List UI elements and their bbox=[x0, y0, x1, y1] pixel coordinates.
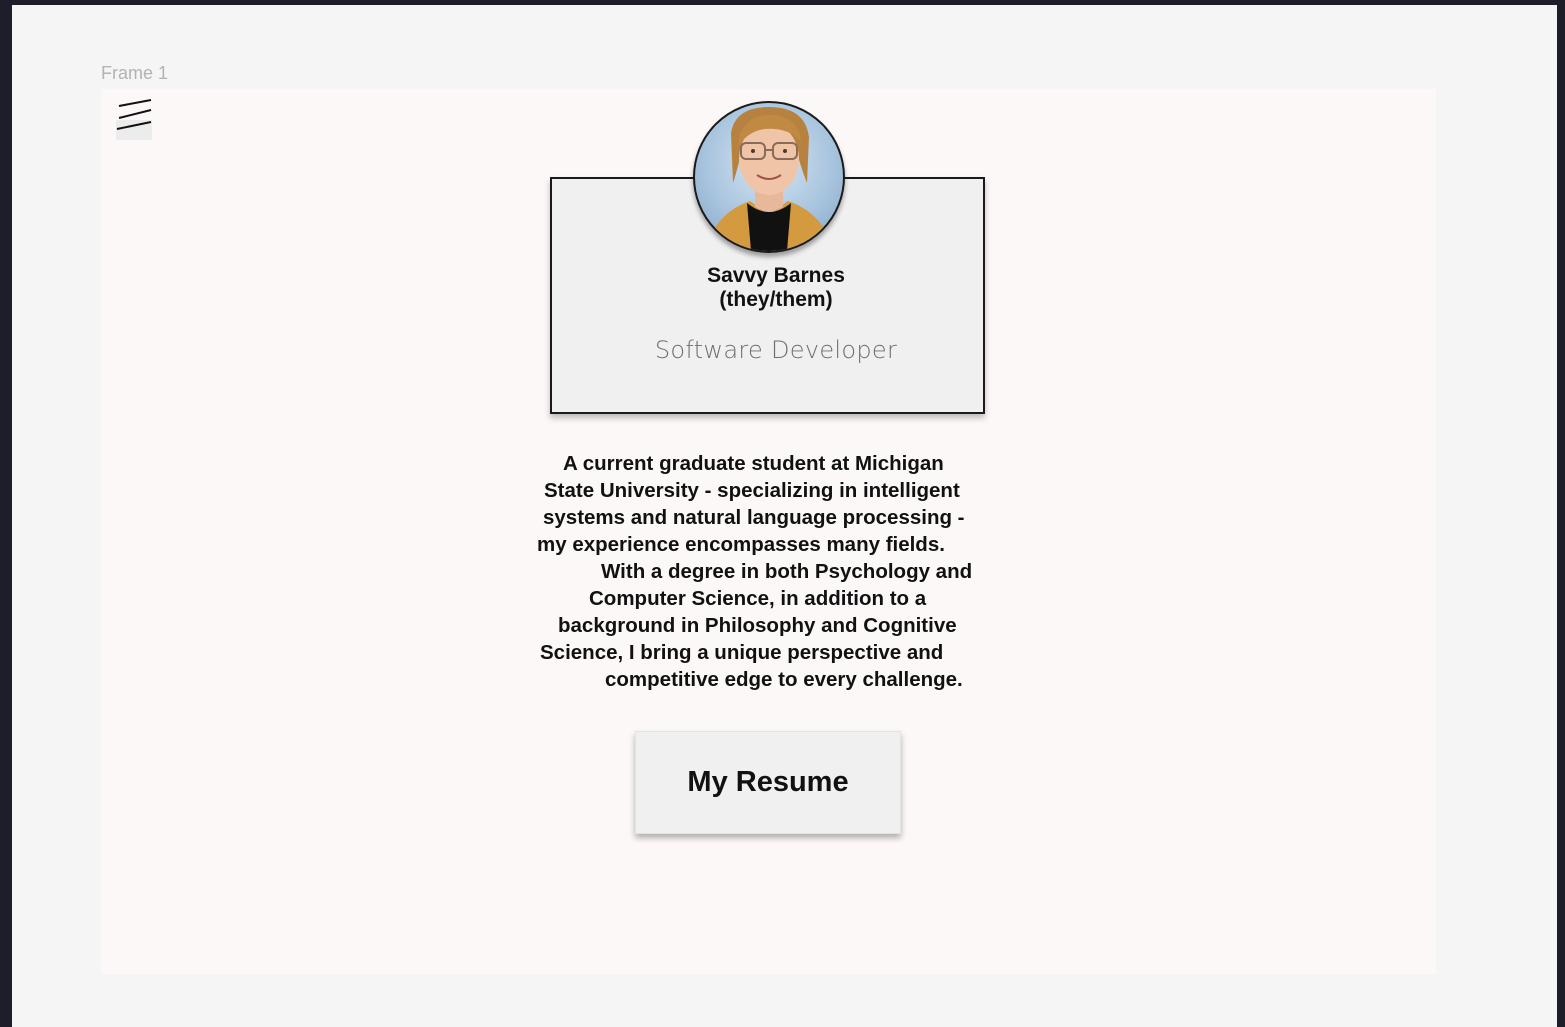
profile-pronouns: (they/them) bbox=[719, 288, 833, 311]
bio-line: competitive edge to every challenge. bbox=[605, 668, 963, 691]
hamburger-menu-icon bbox=[116, 99, 152, 130]
bio-line: A current graduate student at Michigan bbox=[563, 452, 944, 475]
my-resume-button[interactable]: My Resume bbox=[635, 731, 901, 834]
frame-label[interactable]: Frame 1 bbox=[101, 63, 168, 84]
bio-line: With a degree in both Psychology and bbox=[601, 560, 973, 583]
bio-line: systems and natural language processing … bbox=[543, 506, 965, 529]
profile-photo bbox=[705, 107, 835, 251]
profile-role: Software Developer bbox=[654, 336, 898, 364]
profile-name: Savvy Barnes (they/them) bbox=[660, 264, 892, 312]
bio-line: background in Philosophy and Cognitive bbox=[558, 614, 957, 637]
menu-button[interactable] bbox=[116, 98, 152, 140]
profile-name-text: Savvy Barnes bbox=[707, 264, 845, 287]
bio-line: my experience encompasses many fields. bbox=[537, 533, 945, 556]
bio-line: Computer Science, in addition to a bbox=[589, 587, 927, 610]
bio-line: State University - specializing in intel… bbox=[544, 479, 960, 502]
bio-line: Science, I bring a unique perspective an… bbox=[540, 641, 944, 664]
avatar bbox=[693, 101, 845, 253]
